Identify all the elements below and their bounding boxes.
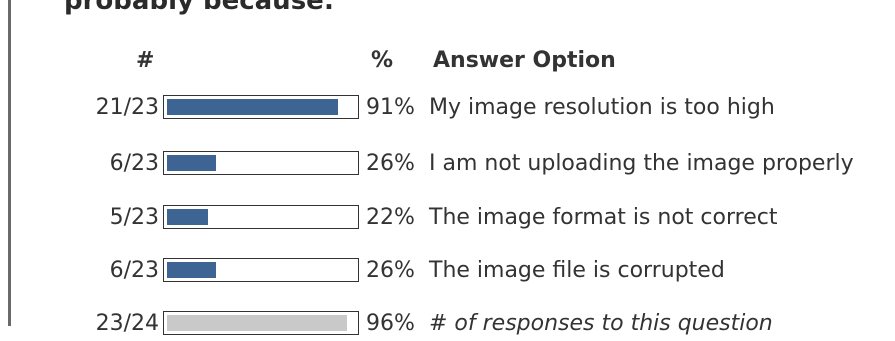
percentage-bar xyxy=(163,95,359,119)
question-heading: probably because: xyxy=(64,0,335,16)
result-row: 5/23 22% The image format is not correct xyxy=(0,203,895,235)
percentage-bar-fill xyxy=(167,155,216,171)
response-percent: 26% xyxy=(366,151,415,176)
total-response-percent: 96% xyxy=(366,311,415,336)
column-header-percent: % xyxy=(371,48,394,73)
result-row: 21/23 91% My image resolution is too hig… xyxy=(0,93,895,125)
answer-option-label: The image format is not correct xyxy=(429,205,778,230)
total-response-count: 23/24 xyxy=(95,311,159,336)
column-header-answer-option: Answer Option xyxy=(433,48,616,73)
total-percentage-bar xyxy=(163,311,359,335)
answer-option-label: My image resolution is too high xyxy=(429,95,775,120)
total-responses-label: # of responses to this question xyxy=(429,311,773,336)
total-row: 23/24 96% # of responses to this questio… xyxy=(0,309,895,341)
response-percent: 26% xyxy=(366,258,415,283)
percentage-bar xyxy=(163,258,359,282)
response-percent: 22% xyxy=(366,205,415,230)
percentage-bar xyxy=(163,205,359,229)
answer-option-label: I am not uploading the image properly xyxy=(429,151,854,176)
response-count: 6/23 xyxy=(109,258,159,283)
total-percentage-bar-fill xyxy=(167,315,347,331)
column-header-count: # xyxy=(136,48,155,73)
percentage-bar xyxy=(163,151,359,175)
percentage-bar-fill xyxy=(167,209,208,225)
percentage-bar-fill xyxy=(167,262,216,278)
percentage-bar-fill xyxy=(167,99,338,115)
answer-option-label: The image file is corrupted xyxy=(429,258,725,283)
result-row: 6/23 26% I am not uploading the image pr… xyxy=(0,149,895,181)
response-count: 21/23 xyxy=(95,95,159,120)
response-count: 5/23 xyxy=(109,205,159,230)
result-row: 6/23 26% The image file is corrupted xyxy=(0,256,895,288)
response-percent: 91% xyxy=(366,95,415,120)
response-count: 6/23 xyxy=(109,151,159,176)
